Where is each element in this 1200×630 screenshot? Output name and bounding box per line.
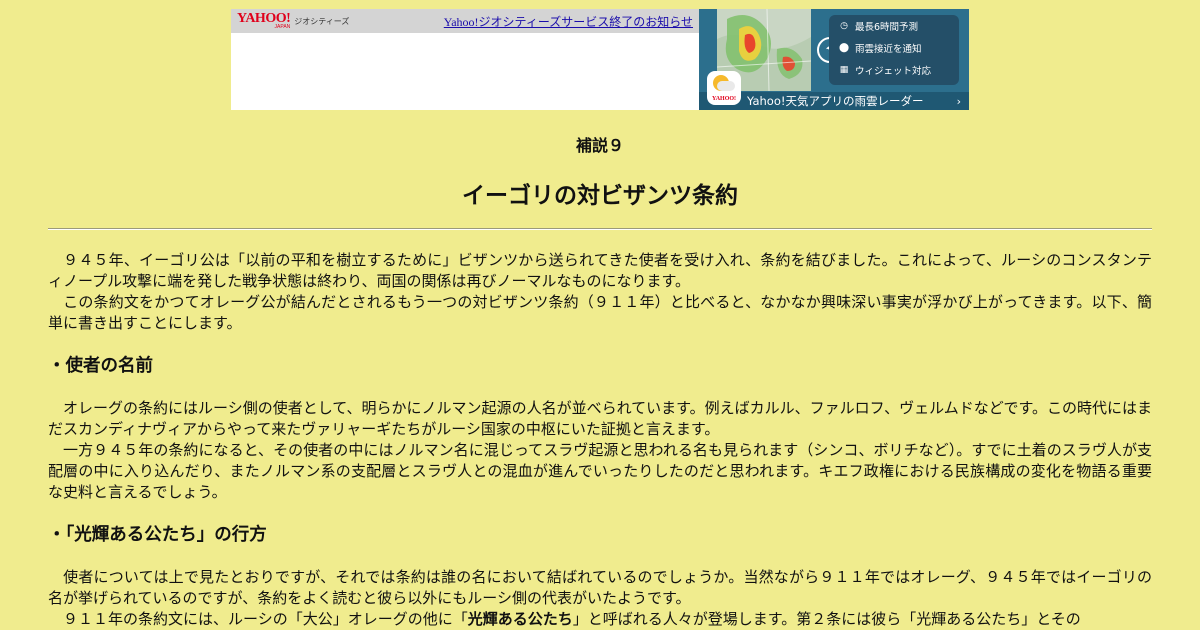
ad-feature-label: 雨雲接近を通知: [855, 44, 922, 55]
ad-feature-menu: ◷ 最長6時間予測 ⬤ 雨雲接近を通知 ▦ ウィジェット対応: [829, 15, 959, 85]
geocities-banner: YAHOO! JAPAN ジオシティーズ Yahoo!ジオシティーズサービス終了…: [231, 9, 699, 110]
widget-icon: ▦: [839, 65, 849, 75]
ad-feature-label: ウィジェット対応: [855, 66, 932, 77]
section-heading-envoys: ・使者の名前: [48, 356, 153, 376]
top-banner: YAHOO! JAPAN ジオシティーズ Yahoo!ジオシティーズサービス終了…: [231, 9, 969, 110]
paragraph: 一方９４５年の条約になると、その使者の中にはノルマン名に混じってスラヴ起源と思わ…: [48, 441, 1152, 501]
geocities-label: ジオシティーズ: [294, 17, 350, 26]
paragraph: 使者については上で見たとおりですが、それでは条約は誰の名において結ばれているので…: [48, 568, 1152, 607]
page-title: イーゴリの対ビザンツ条約: [462, 183, 738, 209]
app-icon-label: YAHOO!: [711, 96, 737, 102]
ad-feature-forecast: ◷ 最長6時間予測: [829, 15, 959, 37]
location-pin-icon: ⬤: [838, 43, 850, 53]
paragraph: ９４５年、イーゴリ公は「以前の平和を樹立するために」ビザンツから送られてきた使者…: [48, 251, 1152, 290]
article-kicker: 補説９: [575, 136, 624, 155]
section-heading-princes: ・「光輝ある公たち」の行方: [48, 525, 267, 545]
ad-feature-widget: ▦ ウィジェット対応: [829, 59, 959, 81]
divider: [48, 228, 1152, 230]
service-end-notice-link[interactable]: Yahoo!ジオシティーズサービス終了のお知らせ: [444, 13, 693, 30]
text-run: ９１１年の条約文には、ルーシの「大公」オレーグの他に「: [48, 610, 468, 628]
text-run: 」と呼ばれる人々が登場します。第２条には彼ら「光輝ある公たち」とその: [572, 610, 1081, 628]
yahoo-logo-mark: YAHOO! JAPAN: [237, 12, 291, 30]
article-body: ９４５年、イーゴリ公は「以前の平和を樹立するために」ビザンツから送られてきた使者…: [48, 250, 1152, 630]
ad-feature-label: 最長6時間予測: [855, 22, 919, 33]
page: YAHOO! JAPAN ジオシティーズ Yahoo!ジオシティーズサービス終了…: [0, 0, 1200, 630]
bold-term: 光輝ある公たち: [467, 610, 573, 628]
ad-cta-text: Yahoo!天気アプリの雨雲レーダー: [747, 94, 924, 108]
yahoo-logo[interactable]: YAHOO! JAPAN ジオシティーズ: [237, 12, 349, 30]
paragraph: この条約文をかつてオレーグ公が結んだとされるもう一つの対ビザンツ条約（９１１年）…: [48, 293, 1152, 332]
cloud-icon: [717, 81, 735, 91]
ad-feature-notify: ⬤ 雨雲接近を通知: [829, 37, 959, 59]
paragraph: ９１１年の条約文には、ルーシの「大公」オレーグの他に「光輝ある公たち」と呼ばれる…: [48, 609, 1152, 630]
weather-app-icon: YAHOO!: [707, 71, 741, 105]
chevron-right-icon: ›: [956, 94, 961, 108]
paragraph: オレーグの条約にはルーシ側の使者として、明らかにノルマン起源の人名が並べられてい…: [48, 399, 1152, 438]
yahoo-logo-japan: JAPAN: [274, 24, 291, 30]
weather-app-ad[interactable]: ☂ ◷ 最長6時間予測 ⬤ 雨雲接近を通知 ▦ ウィジェット対応 Yahoo!天…: [699, 9, 969, 110]
clock-icon: ◷: [840, 21, 848, 31]
banner-bar: YAHOO! JAPAN ジオシティーズ Yahoo!ジオシティーズサービス終了…: [231, 9, 699, 33]
